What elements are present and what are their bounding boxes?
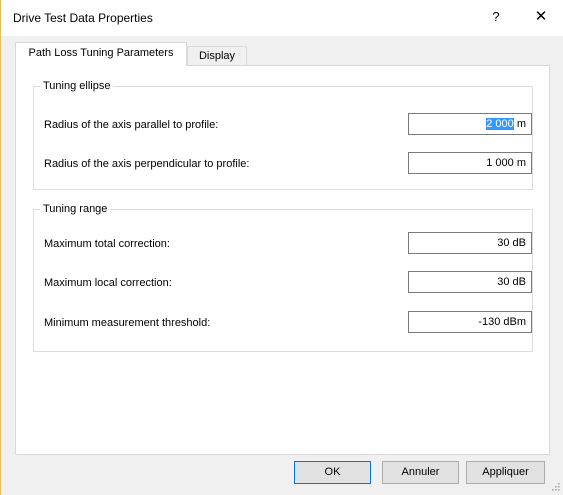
close-icon: ✕ (534, 8, 548, 25)
max-total-correction-label: Maximum total correction: (44, 238, 170, 250)
tab-display[interactable]: Display (187, 46, 247, 66)
cancel-button[interactable]: Annuler (382, 461, 459, 484)
tuning-range-legend: Tuning range (40, 203, 111, 215)
parallel-radius-unit: m (513, 118, 526, 130)
tuning-ellipse-group: Tuning ellipse (33, 80, 533, 190)
window-title: Drive Test Data Properties (13, 11, 153, 25)
min-measurement-threshold-input[interactable]: -130 dBm (408, 311, 532, 333)
parallel-radius-value: 2 000 (486, 118, 514, 130)
apply-button[interactable]: Appliquer (466, 461, 545, 484)
title-bar[interactable]: Drive Test Data Properties ? ✕ (1, 0, 563, 36)
max-total-correction-input[interactable]: 30 dB (408, 232, 532, 254)
parallel-radius-input[interactable]: 2 000 m (408, 113, 532, 135)
min-measurement-threshold-label: Minimum measurement threshold: (44, 317, 211, 329)
perpendicular-radius-input[interactable]: 1 000 m (408, 152, 532, 174)
tab-panel: Tuning ellipse Radius of the axis parall… (15, 65, 550, 455)
parallel-radius-label: Radius of the axis parallel to profile: (44, 119, 219, 131)
resize-grip-icon[interactable] (550, 481, 560, 491)
tuning-ellipse-legend: Tuning ellipse (40, 80, 114, 92)
help-button[interactable]: ? (481, 4, 511, 30)
close-button[interactable]: ✕ (525, 4, 557, 30)
perpendicular-radius-label: Radius of the axis perpendicular to prof… (44, 158, 250, 170)
max-local-correction-input[interactable]: 30 dB (408, 271, 532, 293)
tab-path-loss-tuning-parameters[interactable]: Path Loss Tuning Parameters (15, 42, 187, 66)
ok-button[interactable]: OK (294, 461, 371, 484)
max-local-correction-label: Maximum local correction: (44, 277, 172, 289)
dialog-window: Drive Test Data Properties ? ✕ Path Loss… (0, 0, 563, 495)
